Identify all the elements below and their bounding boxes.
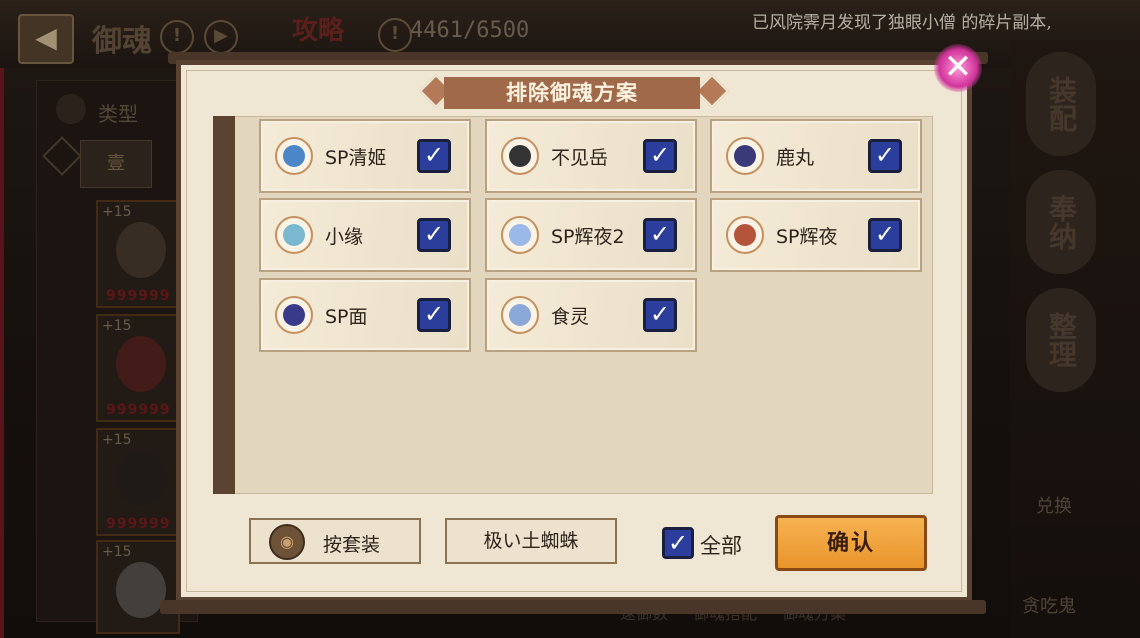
select-all-label: 全部 — [700, 534, 742, 558]
scheme-item[interactable]: 食灵 ✓ — [485, 278, 697, 352]
scheme-item-label: 小缘 — [325, 226, 364, 248]
shikigami-avatar-icon — [501, 216, 539, 254]
scheme-item[interactable]: 小缘 ✓ — [259, 198, 471, 272]
shikigami-avatar-icon — [501, 137, 539, 175]
soul-filter-button[interactable]: 极い土蜘蛛 — [445, 518, 617, 564]
scheme-item-label: 鹿丸 — [776, 147, 815, 169]
checkbox-checked-icon[interactable]: ✓ — [417, 298, 451, 332]
scheme-item[interactable]: 鹿丸 ✓ — [710, 119, 922, 193]
select-all-checkbox[interactable]: ✓ — [662, 527, 694, 559]
scheme-item-label: SP面 — [325, 306, 368, 328]
scheme-item-label: SP辉夜2 — [551, 226, 625, 248]
confirm-button[interactable]: 确认 — [775, 515, 927, 571]
scheme-item[interactable]: SP面 ✓ — [259, 278, 471, 352]
shikigami-avatar-icon — [726, 216, 764, 254]
scheme-item-label: 不见岳 — [551, 147, 609, 169]
shikigami-avatar-icon — [726, 137, 764, 175]
checkbox-checked-icon[interactable]: ✓ — [868, 139, 902, 173]
oni-mask-icon: ◉ — [269, 524, 305, 560]
list-scrollbar[interactable] — [213, 116, 235, 494]
scheme-item-label: 食灵 — [551, 306, 590, 328]
scheme-item[interactable]: SP清姬 ✓ — [259, 119, 471, 193]
scroll-rod-bottom — [160, 600, 986, 614]
checkbox-checked-icon[interactable]: ✓ — [643, 298, 677, 332]
by-set-button[interactable]: ◉ 按套装 — [249, 518, 421, 564]
scheme-item[interactable]: 不见岳 ✓ — [485, 119, 697, 193]
close-button[interactable]: ✕ — [934, 44, 982, 92]
shikigami-avatar-icon — [501, 296, 539, 334]
checkbox-checked-icon[interactable]: ✓ — [417, 139, 451, 173]
close-icon: ✕ — [943, 47, 973, 87]
checkbox-checked-icon[interactable]: ✓ — [868, 218, 902, 252]
modal-title: 排除御魂方案 — [444, 77, 700, 109]
checkbox-checked-icon[interactable]: ✓ — [643, 139, 677, 173]
scheme-item-label: SP辉夜 — [776, 226, 838, 248]
by-set-label: 按套装 — [323, 534, 381, 556]
shikigami-avatar-icon — [275, 137, 313, 175]
scheme-item[interactable]: SP辉夜2 ✓ — [485, 198, 697, 272]
scheme-item[interactable]: SP辉夜 ✓ — [710, 198, 922, 272]
checkbox-checked-icon[interactable]: ✓ — [643, 218, 677, 252]
shikigami-avatar-icon — [275, 296, 313, 334]
checkbox-checked-icon[interactable]: ✓ — [417, 218, 451, 252]
scheme-item-label: SP清姬 — [325, 147, 387, 169]
shikigami-avatar-icon — [275, 216, 313, 254]
